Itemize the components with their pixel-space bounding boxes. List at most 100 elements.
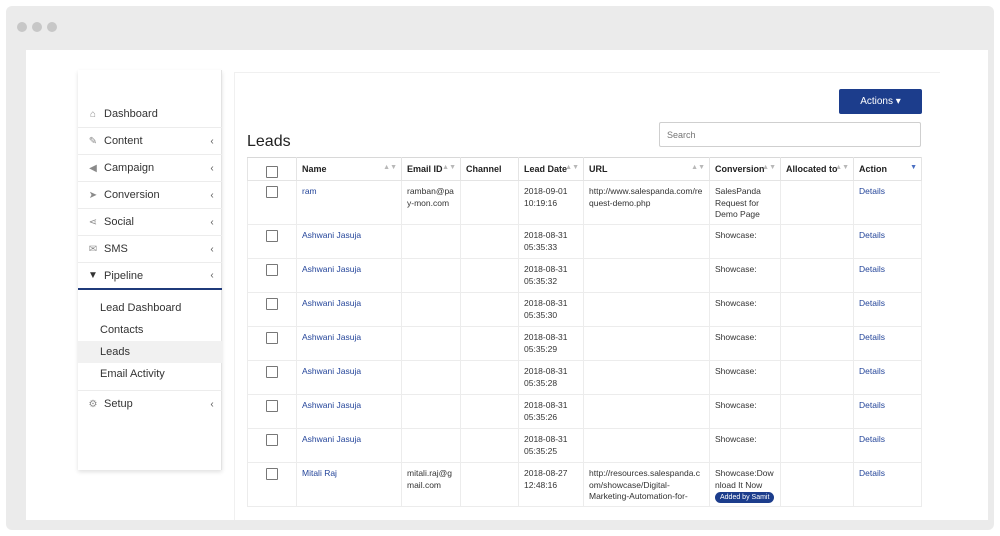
column-header-label: Lead Date bbox=[524, 164, 568, 174]
search-input[interactable] bbox=[659, 122, 921, 147]
lead-name-link[interactable]: Ashwani Jasuja bbox=[296, 292, 402, 327]
megaphone-icon: ◀ bbox=[89, 162, 97, 174]
details-link[interactable]: Details bbox=[853, 292, 922, 327]
email-cell bbox=[401, 258, 461, 293]
row-checkbox-cell bbox=[247, 180, 297, 225]
lead-date-cell: 2018-09-01 10:19:16 bbox=[518, 180, 584, 225]
table-row: Ashwani Jasuja 2018-08-31 05:35:26 Showcas… bbox=[247, 394, 922, 429]
row-checkbox[interactable] bbox=[266, 468, 278, 480]
column-header-allocated-to[interactable]: Allocated to ▲▼ bbox=[780, 157, 854, 181]
row-checkbox-cell bbox=[247, 258, 297, 293]
sidebar-item-social[interactable]: ⋖ Social ‹ bbox=[78, 209, 222, 236]
details-link[interactable]: Details bbox=[853, 462, 922, 507]
sidebar-item-dashboard[interactable]: ⌂ Dashboard bbox=[78, 101, 222, 128]
conversion-text: Showcase: bbox=[715, 298, 757, 308]
row-checkbox[interactable] bbox=[266, 298, 278, 310]
lead-date-cell: 2018-08-31 05:35:25 bbox=[518, 428, 584, 463]
sidebar-item-label: Content bbox=[104, 135, 143, 147]
chevron-left-icon: ‹ bbox=[210, 243, 214, 255]
sidebar-item-setup[interactable]: ⚙ Setup ‹ bbox=[78, 390, 222, 417]
sidebar-subitem-email-activity[interactable]: Email Activity bbox=[78, 363, 222, 385]
details-link[interactable]: Details bbox=[853, 224, 922, 259]
row-checkbox[interactable] bbox=[266, 264, 278, 276]
conversion-text: Showcase: bbox=[715, 332, 757, 342]
sidebar-item-campaign[interactable]: ◀ Campaign ‹ bbox=[78, 155, 222, 182]
lead-name-link[interactable]: Ashwani Jasuja bbox=[296, 360, 402, 395]
app-screen: ⌂ Dashboard ✎ Content ‹ ◀ Campaign ‹ ➤ C… bbox=[26, 50, 988, 520]
details-link[interactable]: Details bbox=[853, 326, 922, 361]
channel-cell bbox=[460, 394, 519, 429]
column-header-email[interactable]: Email ID ▲▼ bbox=[401, 157, 461, 181]
added-by-badge: Added by Samit bbox=[715, 492, 775, 503]
row-checkbox[interactable] bbox=[266, 230, 278, 242]
lead-name-link[interactable]: Ashwani Jasuja bbox=[296, 394, 402, 429]
sidebar-subitem-contacts[interactable]: Contacts bbox=[78, 319, 222, 341]
sidebar-item-conversion[interactable]: ➤ Conversion ‹ bbox=[78, 182, 222, 209]
sidebar-item-content[interactable]: ✎ Content ‹ bbox=[78, 128, 222, 155]
column-header-label: Conversion bbox=[715, 164, 765, 174]
column-header-action[interactable]: Action ▼ bbox=[853, 157, 922, 181]
row-checkbox[interactable] bbox=[266, 186, 278, 198]
sort-icon: ▲▼ bbox=[762, 164, 776, 171]
lead-date-cell: 2018-08-31 05:35:32 bbox=[518, 258, 584, 293]
details-link[interactable]: Details bbox=[853, 180, 922, 225]
sidebar-subitem-lead-dashboard[interactable]: Lead Dashboard bbox=[78, 297, 222, 319]
lead-date-cell: 2018-08-31 05:35:33 bbox=[518, 224, 584, 259]
conversion-text: Showcase: bbox=[715, 400, 757, 410]
email-cell bbox=[401, 224, 461, 259]
sidebar-item-label: Conversion bbox=[104, 189, 160, 201]
column-header-url[interactable]: URL ▲▼ bbox=[583, 157, 710, 181]
sidebar-item-label: Campaign bbox=[104, 162, 155, 174]
envelope-icon: ✉ bbox=[88, 243, 98, 255]
allocated-to-cell bbox=[780, 292, 854, 327]
select-all-checkbox[interactable] bbox=[266, 165, 278, 178]
conversion-text: Showcase: bbox=[715, 264, 757, 274]
column-header-conversion[interactable]: Conversion ▲▼ bbox=[709, 157, 781, 181]
column-header-channel[interactable]: Channel bbox=[460, 157, 519, 181]
table-row: Ashwani Jasuja 2018-08-31 05:35:33 Showcas… bbox=[247, 224, 922, 259]
sidebar-subitem-leads[interactable]: Leads bbox=[78, 341, 222, 363]
row-checkbox[interactable] bbox=[266, 366, 278, 378]
channel-cell bbox=[460, 462, 519, 507]
conversion-cell: Showcase: bbox=[709, 428, 781, 463]
row-checkbox[interactable] bbox=[266, 332, 278, 344]
sidebar-item-pipeline[interactable]: ▼ Pipeline ‹ bbox=[78, 263, 222, 290]
table-row: Ashwani Jasuja 2018-08-31 05:35:29 Showcas… bbox=[247, 326, 922, 361]
lead-name-link[interactable]: Ashwani Jasuja bbox=[296, 428, 402, 463]
row-checkbox-cell bbox=[247, 428, 297, 463]
allocated-to-cell bbox=[780, 224, 854, 259]
edit-icon: ✎ bbox=[88, 135, 98, 147]
column-header-label: Name bbox=[302, 164, 327, 174]
lead-date-cell: 2018-08-31 05:35:26 bbox=[518, 394, 584, 429]
browser-frame: ⌂ Dashboard ✎ Content ‹ ◀ Campaign ‹ ➤ C… bbox=[6, 6, 994, 530]
details-link[interactable]: Details bbox=[853, 360, 922, 395]
row-checkbox[interactable] bbox=[266, 434, 278, 446]
lead-name-link[interactable]: Ashwani Jasuja bbox=[296, 326, 402, 361]
row-checkbox[interactable] bbox=[266, 400, 278, 412]
lead-name-link[interactable]: ram bbox=[296, 180, 402, 225]
sidebar-item-sms[interactable]: ✉ SMS ‹ bbox=[78, 236, 222, 263]
sort-icon: ▲▼ bbox=[442, 164, 456, 171]
chevron-left-icon: ‹ bbox=[210, 270, 214, 281]
actions-button[interactable]: Actions ▾ bbox=[839, 89, 922, 114]
details-link[interactable]: Details bbox=[853, 394, 922, 429]
conversion-text: Showcase: bbox=[715, 230, 757, 240]
lead-name-link[interactable]: Ashwani Jasuja bbox=[296, 224, 402, 259]
lead-name-link[interactable]: Mitali Raj bbox=[296, 462, 402, 507]
details-link[interactable]: Details bbox=[853, 258, 922, 293]
url-cell bbox=[583, 258, 710, 293]
sort-icon: ▲▼ bbox=[835, 164, 849, 171]
conversion-cell: Showcase:Download It Now Added by Samit bbox=[709, 462, 781, 507]
conversion-cell: Showcase: bbox=[709, 292, 781, 327]
url-cell bbox=[583, 326, 710, 361]
lead-name-link[interactable]: Ashwani Jasuja bbox=[296, 258, 402, 293]
conversion-cell: Showcase: bbox=[709, 394, 781, 429]
details-link[interactable]: Details bbox=[853, 428, 922, 463]
sidebar: ⌂ Dashboard ✎ Content ‹ ◀ Campaign ‹ ➤ C… bbox=[78, 70, 222, 470]
column-header-name[interactable]: Name ▲▼ bbox=[296, 157, 402, 181]
table-row: Mitali Raj mitali.raj@gmail.com 2018-08-27… bbox=[247, 462, 922, 507]
chevron-left-icon: ‹ bbox=[210, 189, 214, 201]
column-header-lead-date[interactable]: Lead Date ▲▼ bbox=[518, 157, 584, 181]
row-checkbox-cell bbox=[247, 326, 297, 361]
conversion-text: Showcase: bbox=[715, 366, 757, 376]
